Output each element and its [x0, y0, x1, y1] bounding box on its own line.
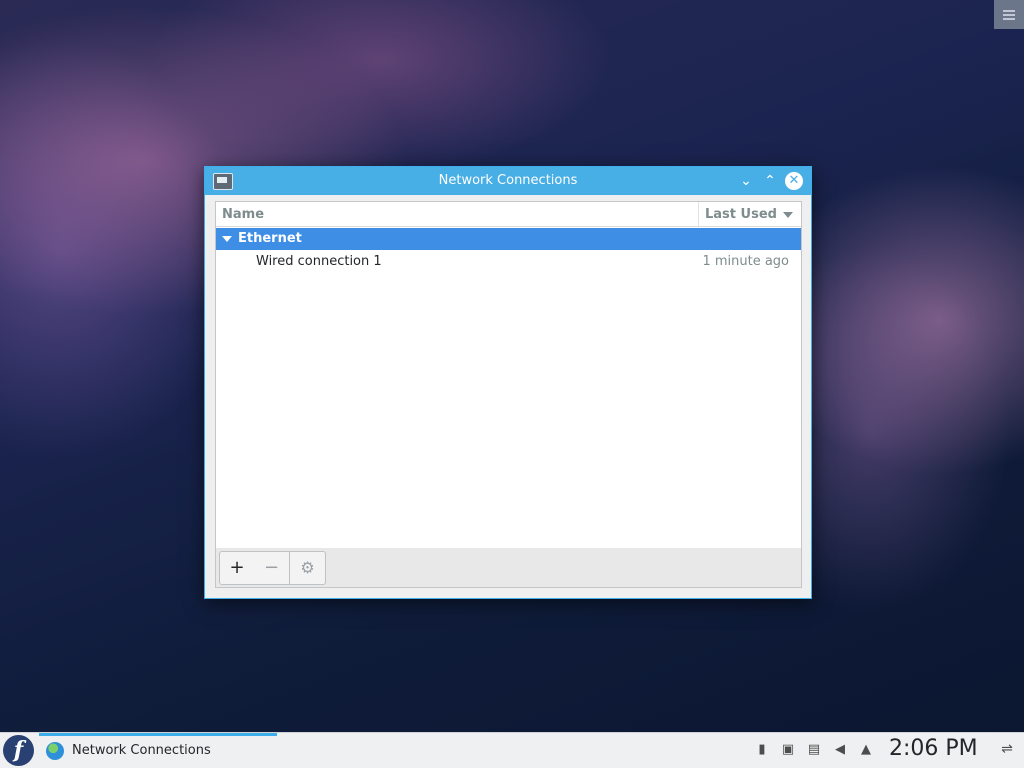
connection-last-used: 1 minute ago: [702, 254, 789, 269]
column-header-name[interactable]: Name: [222, 207, 264, 222]
remove-connection-button[interactable]: −: [254, 551, 290, 585]
taskbar-item-network-connections[interactable]: Network Connections: [39, 733, 277, 768]
maximize-button[interactable]: ⌃: [761, 172, 779, 190]
clipboard-icon[interactable]: ▤: [806, 741, 822, 759]
sort-descending-icon[interactable]: [783, 212, 793, 218]
network-icon[interactable]: ▣: [780, 741, 796, 759]
network-globe-icon: [46, 742, 64, 760]
fedora-launcher-icon[interactable]: f: [3, 735, 34, 766]
tray-expand-icon[interactable]: ▲: [858, 741, 874, 759]
group-label: Ethernet: [238, 231, 302, 246]
group-row-ethernet[interactable]: Ethernet: [216, 228, 801, 250]
desktop-menu-button[interactable]: [994, 0, 1024, 29]
connection-row[interactable]: Wired connection 1 1 minute ago: [216, 250, 801, 273]
taskbar: f Network Connections ▮ ▣ ▤ ◀ ▲ 2:06 PM …: [0, 732, 1024, 768]
edit-connection-button[interactable]: ⚙: [290, 551, 326, 585]
network-connections-window: Network Connections ⌄ ⌃ ✕ Name Last Used…: [204, 166, 812, 599]
minimize-button[interactable]: ⌄: [737, 172, 755, 190]
expand-arrow-icon[interactable]: [222, 236, 232, 242]
usb-icon[interactable]: ▮: [754, 741, 770, 759]
column-separator[interactable]: [698, 202, 699, 226]
close-button[interactable]: ✕: [785, 172, 803, 190]
volume-icon[interactable]: ◀: [832, 741, 848, 759]
task-label: Network Connections: [72, 743, 211, 758]
list-toolbar: + − ⚙: [215, 548, 802, 588]
hamburger-icon: [1003, 13, 1015, 16]
column-header-last-used[interactable]: Last Used: [705, 207, 777, 222]
window-titlebar[interactable]: Network Connections ⌄ ⌃ ✕: [205, 167, 811, 195]
connections-list: Name Last Used Ethernet Wired connection…: [215, 201, 802, 549]
connection-name: Wired connection 1: [256, 254, 382, 269]
list-header: Name Last Used: [216, 202, 801, 227]
panel-settings-icon[interactable]: ⇌: [999, 741, 1015, 759]
window-title: Network Connections: [438, 173, 578, 188]
active-task-indicator: [39, 733, 277, 736]
add-connection-button[interactable]: +: [219, 551, 255, 585]
clock[interactable]: 2:06 PM: [889, 736, 978, 761]
